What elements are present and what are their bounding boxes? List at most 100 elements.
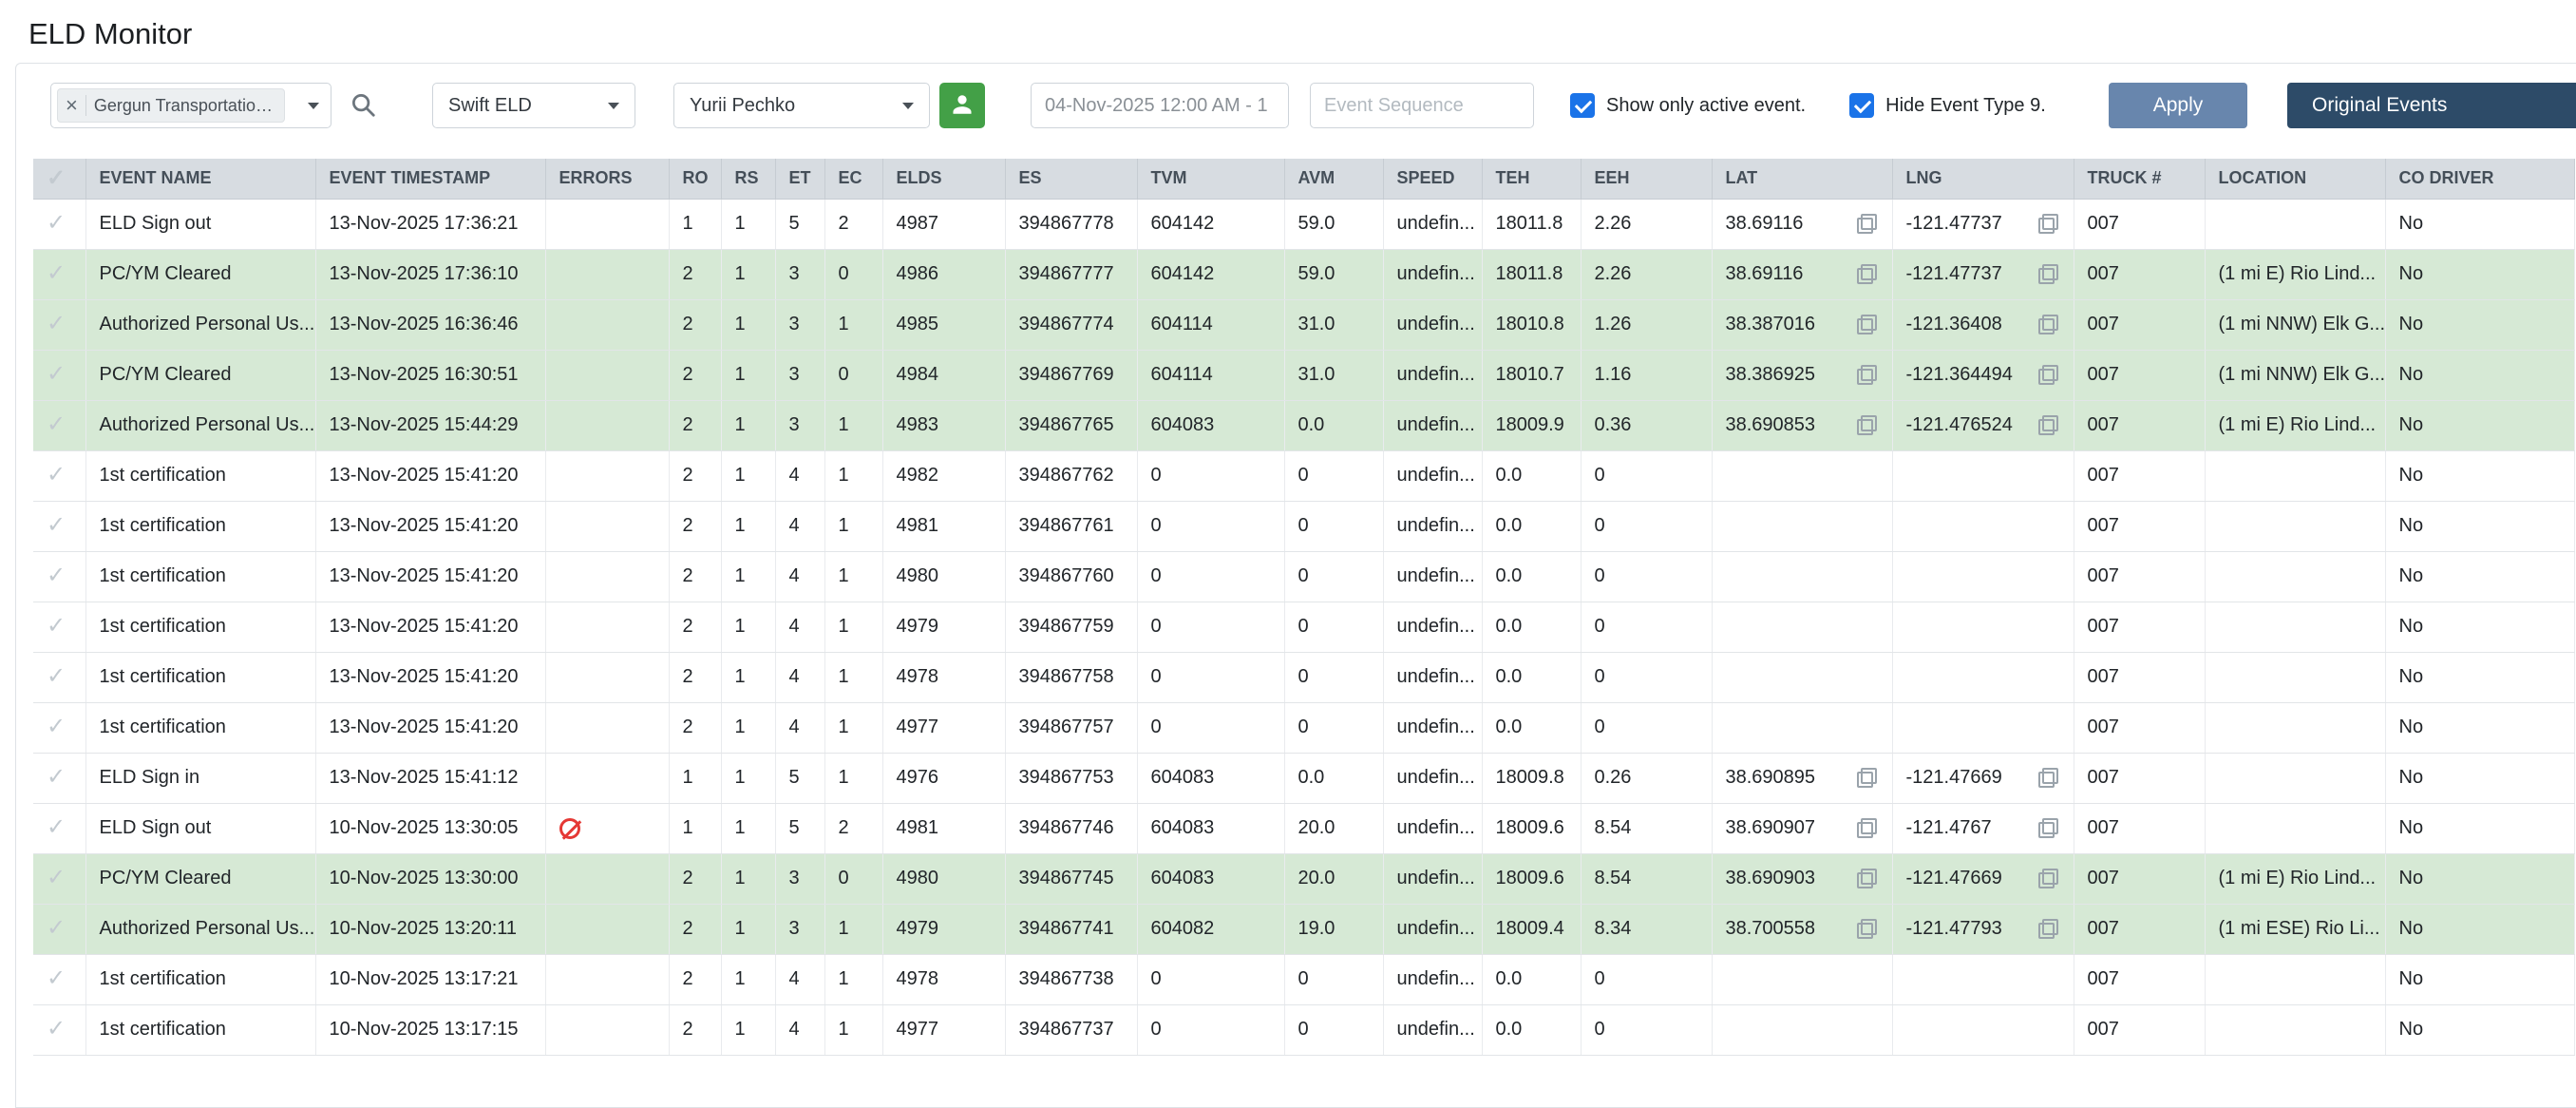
column-header-rs[interactable]: RS bbox=[721, 159, 775, 199]
row-select[interactable]: ✓ bbox=[33, 551, 85, 602]
table-row[interactable]: ✓1st certification10-Nov-2025 13:17:2121… bbox=[33, 954, 2575, 1004]
copy-icon[interactable] bbox=[2037, 365, 2058, 386]
cell-ro: 1 bbox=[669, 803, 721, 853]
column-header-lng[interactable]: LNG bbox=[1892, 159, 2074, 199]
row-select[interactable]: ✓ bbox=[33, 652, 85, 702]
row-select[interactable]: ✓ bbox=[33, 602, 85, 652]
row-select[interactable]: ✓ bbox=[33, 400, 85, 450]
copy-icon[interactable] bbox=[1856, 768, 1877, 789]
row-select[interactable]: ✓ bbox=[33, 753, 85, 803]
column-header-truck[interactable]: TRUCK # bbox=[2074, 159, 2205, 199]
table-row[interactable]: ✓ELD Sign in13-Nov-2025 15:41:1211514976… bbox=[33, 753, 2575, 803]
copy-icon[interactable] bbox=[1856, 869, 1877, 889]
copy-icon[interactable] bbox=[2037, 415, 2058, 436]
date-range-input[interactable] bbox=[1031, 83, 1289, 128]
driver-info-button[interactable] bbox=[939, 83, 985, 128]
cell-avm: 0 bbox=[1284, 652, 1383, 702]
cell-location bbox=[2205, 1004, 2385, 1055]
table-row[interactable]: ✓1st certification13-Nov-2025 15:41:2021… bbox=[33, 450, 2575, 501]
row-select[interactable]: ✓ bbox=[33, 450, 85, 501]
copy-icon[interactable] bbox=[2037, 919, 2058, 940]
apply-button[interactable]: Apply bbox=[2109, 83, 2247, 128]
table-row[interactable]: ✓Authorized Personal Us...10-Nov-2025 13… bbox=[33, 904, 2575, 954]
table-row[interactable]: ✓Authorized Personal Us...13-Nov-2025 16… bbox=[33, 299, 2575, 350]
column-header-timestamp[interactable]: EVENT TIMESTAMP bbox=[315, 159, 545, 199]
copy-icon[interactable] bbox=[2037, 214, 2058, 235]
column-header-et[interactable]: ET bbox=[775, 159, 824, 199]
cell-ec: 1 bbox=[824, 501, 882, 551]
cell-eeh: 0.36 bbox=[1581, 400, 1712, 450]
table-row[interactable]: ✓ELD Sign out10-Nov-2025 13:30:051152498… bbox=[33, 803, 2575, 853]
original-events-button[interactable]: Original Events bbox=[2287, 83, 2576, 128]
row-select[interactable]: ✓ bbox=[33, 803, 85, 853]
cell-ec: 1 bbox=[824, 904, 882, 954]
copy-icon[interactable] bbox=[1856, 315, 1877, 335]
eld-provider-select[interactable]: Swift ELD bbox=[432, 83, 635, 128]
copy-icon[interactable] bbox=[2037, 869, 2058, 889]
table-row[interactable]: ✓PC/YM Cleared13-Nov-2025 17:36:10213049… bbox=[33, 249, 2575, 299]
column-header-ro[interactable]: RO bbox=[669, 159, 721, 199]
column-header-eeh[interactable]: EEH bbox=[1581, 159, 1712, 199]
column-header-errors[interactable]: ERRORS bbox=[545, 159, 669, 199]
table-row[interactable]: ✓1st certification13-Nov-2025 15:41:2021… bbox=[33, 602, 2575, 652]
table-row[interactable]: ✓1st certification13-Nov-2025 15:41:2021… bbox=[33, 551, 2575, 602]
cell-location bbox=[2205, 803, 2385, 853]
table-row[interactable]: ✓PC/YM Cleared13-Nov-2025 16:30:51213049… bbox=[33, 350, 2575, 400]
column-header-location[interactable]: LOCATION bbox=[2205, 159, 2385, 199]
copy-icon[interactable] bbox=[1856, 415, 1877, 436]
column-header-teh[interactable]: TEH bbox=[1482, 159, 1581, 199]
error-icon[interactable] bbox=[559, 818, 580, 839]
chip-remove-icon[interactable]: × bbox=[66, 95, 86, 116]
copy-icon[interactable] bbox=[1856, 264, 1877, 285]
column-header-ec[interactable]: EC bbox=[824, 159, 882, 199]
events-table: ✓ EVENT NAMEEVENT TIMESTAMPERRORSRORSETE… bbox=[33, 159, 2575, 1056]
show-active-label: Show only active event. bbox=[1606, 95, 1806, 117]
copy-icon[interactable] bbox=[1856, 214, 1877, 235]
row-select[interactable]: ✓ bbox=[33, 702, 85, 753]
table-row[interactable]: ✓ELD Sign out13-Nov-2025 17:36:211152498… bbox=[33, 199, 2575, 249]
cell-elds: 4978 bbox=[882, 652, 1005, 702]
table-row[interactable]: ✓1st certification13-Nov-2025 15:41:2021… bbox=[33, 501, 2575, 551]
search-button[interactable] bbox=[345, 86, 381, 125]
copy-icon[interactable] bbox=[1856, 818, 1877, 839]
copy-icon[interactable] bbox=[2037, 768, 2058, 789]
cell-tvm: 0 bbox=[1137, 602, 1284, 652]
row-select[interactable]: ✓ bbox=[33, 299, 85, 350]
column-header-elds[interactable]: ELDS bbox=[882, 159, 1005, 199]
cell-location bbox=[2205, 602, 2385, 652]
company-select[interactable]: × Gergun Transportation INC (... bbox=[50, 83, 331, 128]
driver-select[interactable]: Yurii Pechko bbox=[673, 83, 930, 128]
copy-icon[interactable] bbox=[1856, 365, 1877, 386]
table-row[interactable]: ✓1st certification13-Nov-2025 15:41:2021… bbox=[33, 702, 2575, 753]
column-header-tvm[interactable]: TVM bbox=[1137, 159, 1284, 199]
column-header-speed[interactable]: SPEED bbox=[1383, 159, 1482, 199]
table-row[interactable]: ✓1st certification13-Nov-2025 15:41:2021… bbox=[33, 652, 2575, 702]
hide-type9-checkbox[interactable]: Hide Event Type 9. bbox=[1849, 93, 2046, 118]
column-header-codriver[interactable]: CO DRIVER bbox=[2385, 159, 2575, 199]
row-select[interactable]: ✓ bbox=[33, 249, 85, 299]
column-header-es[interactable]: ES bbox=[1005, 159, 1137, 199]
copy-icon[interactable] bbox=[2037, 818, 2058, 839]
table-row[interactable]: ✓Authorized Personal Us...13-Nov-2025 15… bbox=[33, 400, 2575, 450]
select-all-header[interactable]: ✓ bbox=[33, 159, 85, 199]
copy-icon[interactable] bbox=[2037, 315, 2058, 335]
table-row[interactable]: ✓1st certification10-Nov-2025 13:17:1521… bbox=[33, 1004, 2575, 1055]
row-select[interactable]: ✓ bbox=[33, 904, 85, 954]
column-header-avm[interactable]: AVM bbox=[1284, 159, 1383, 199]
cell-speed: undefin... bbox=[1383, 400, 1482, 450]
copy-icon[interactable] bbox=[1856, 919, 1877, 940]
event-sequence-input[interactable] bbox=[1310, 83, 1534, 128]
row-select[interactable]: ✓ bbox=[33, 199, 85, 249]
copy-icon[interactable] bbox=[2037, 264, 2058, 285]
row-select[interactable]: ✓ bbox=[33, 350, 85, 400]
row-select[interactable]: ✓ bbox=[33, 954, 85, 1004]
column-header-lat[interactable]: LAT bbox=[1712, 159, 1892, 199]
cell-truck: 007 bbox=[2074, 450, 2205, 501]
row-select[interactable]: ✓ bbox=[33, 501, 85, 551]
column-header-event[interactable]: EVENT NAME bbox=[85, 159, 315, 199]
row-select[interactable]: ✓ bbox=[33, 1004, 85, 1055]
row-select[interactable]: ✓ bbox=[33, 853, 85, 904]
show-active-checkbox[interactable]: Show only active event. bbox=[1570, 93, 1806, 118]
cell-teh: 18009.4 bbox=[1482, 904, 1581, 954]
table-row[interactable]: ✓PC/YM Cleared10-Nov-2025 13:30:00213049… bbox=[33, 853, 2575, 904]
